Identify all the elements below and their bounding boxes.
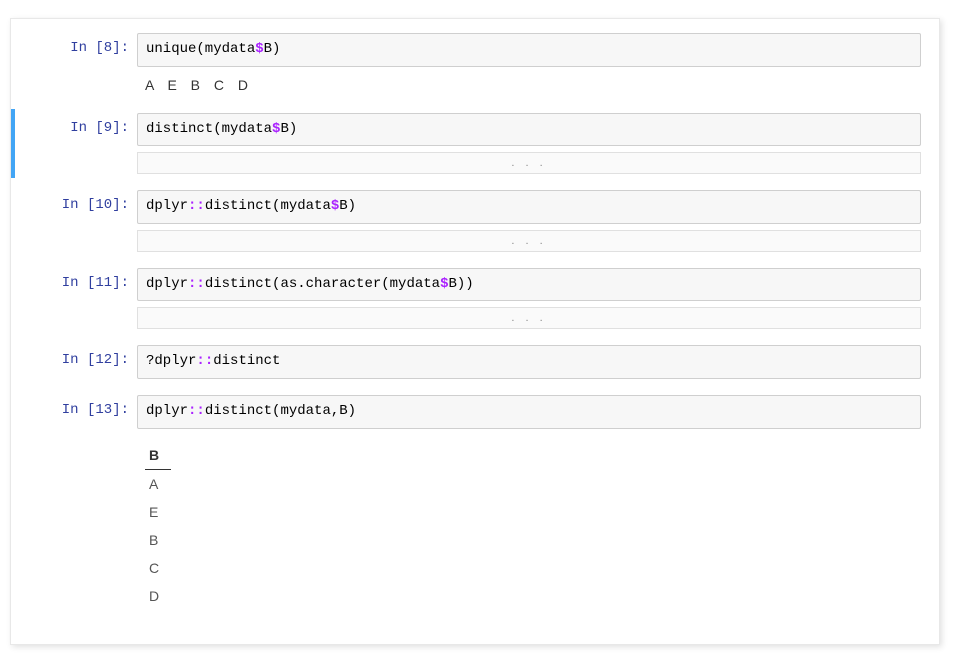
code-input[interactable]: dplyr::distinct(mydata$B) <box>137 190 921 224</box>
code-cell[interactable]: In [9]:distinct(mydata$B) . . . <box>11 109 939 179</box>
code-input[interactable]: ?dplyr::distinct <box>137 345 921 379</box>
table-row: C <box>145 554 171 582</box>
collapsed-output-bar[interactable]: . . . <box>137 307 921 329</box>
code-cell[interactable]: In [8]:unique(mydata$B)A E B C D <box>11 29 939 101</box>
code-input[interactable]: dplyr::distinct(mydata,B) <box>137 395 921 429</box>
table-row: A <box>145 469 171 498</box>
collapsed-output-bar[interactable]: . . . <box>137 152 921 174</box>
input-prompt: In [10]: <box>11 190 137 213</box>
output-table: BAEBCD <box>145 441 171 610</box>
collapsed-output-bar[interactable]: . . . <box>137 230 921 252</box>
notebook-container: In [8]:unique(mydata$B)A E B C DIn [9]:d… <box>10 18 940 645</box>
code-cell[interactable]: In [11]:dplyr::distinct(as.character(myd… <box>11 264 939 334</box>
table-row: E <box>145 498 171 526</box>
ellipsis-icon: . . . <box>511 312 546 324</box>
output-text: A E B C D <box>137 67 921 97</box>
table-row: D <box>145 582 171 610</box>
table-row: B <box>145 526 171 554</box>
code-cell[interactable]: In [10]:dplyr::distinct(mydata$B). . . <box>11 186 939 256</box>
code-cell[interactable]: In [13]:dplyr::distinct(mydata,B)BAEBCD <box>11 391 939 614</box>
input-prompt: In [12]: <box>11 345 137 368</box>
input-prompt: In [9]: <box>15 113 137 136</box>
ellipsis-icon: . . . <box>511 235 546 247</box>
input-prompt: In [13]: <box>11 395 137 418</box>
code-input[interactable]: unique(mydata$B) <box>137 33 921 67</box>
input-prompt: In [11]: <box>11 268 137 291</box>
input-prompt: In [8]: <box>11 33 137 56</box>
ellipsis-icon: . . . <box>511 157 546 169</box>
code-input[interactable]: dplyr::distinct(as.character(mydata$B)) <box>137 268 921 302</box>
table-header: B <box>145 441 171 470</box>
code-cell[interactable]: In [12]:?dplyr::distinct <box>11 341 939 383</box>
code-input[interactable]: distinct(mydata$B) <box>137 113 921 147</box>
